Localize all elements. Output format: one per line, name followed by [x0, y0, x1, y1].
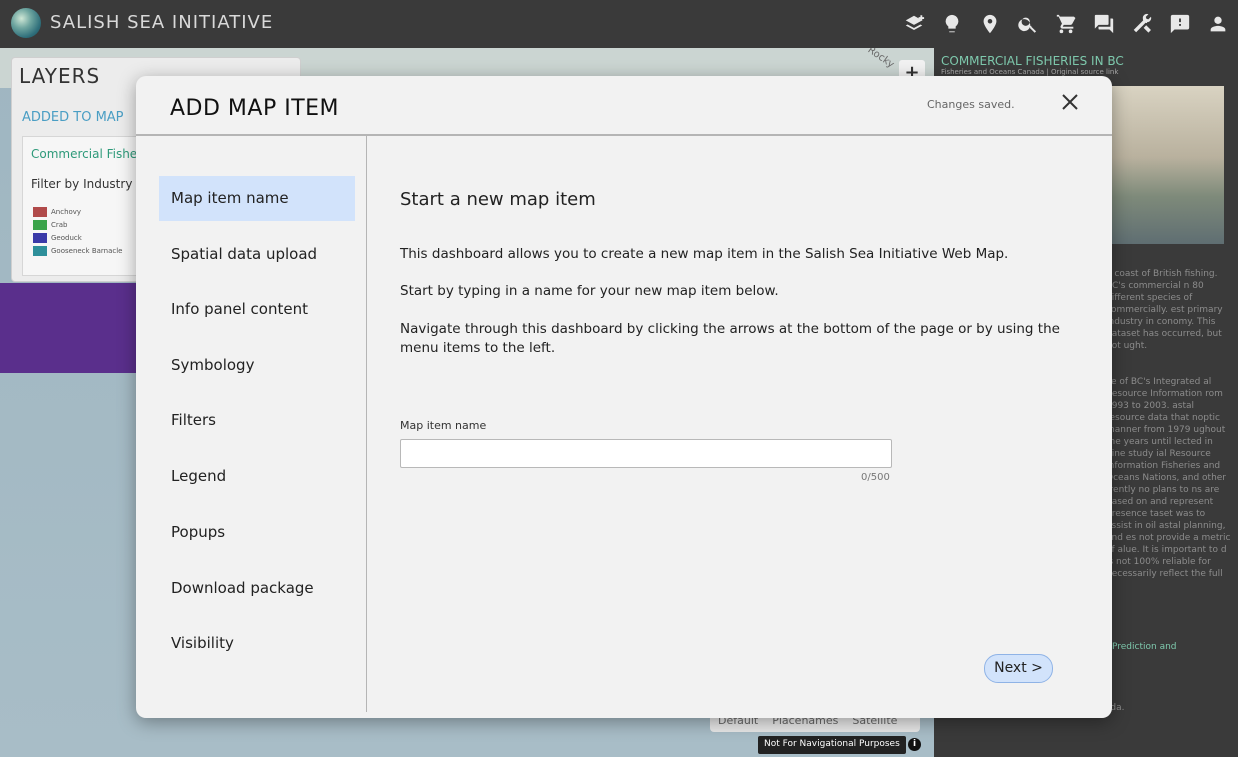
legend-label: Anchovy: [51, 208, 82, 216]
menu-item-spatial-data-upload[interactable]: Spatial data upload: [159, 232, 355, 277]
navigation-paragraph: Navigate through this dashboard by click…: [400, 321, 1060, 356]
legend-item: Anchovy: [33, 207, 81, 217]
instruction-paragraph: Start by typing in a name for your new m…: [400, 283, 779, 299]
layers-title: LAYERS: [19, 64, 101, 88]
map-item-name-input[interactable]: [400, 439, 892, 468]
top-bar: SALISH SEA INITIATIVE: [0, 0, 1238, 48]
info-panel-title: COMMERCIAL FISHERIES IN BC: [941, 54, 1124, 68]
dialog-title: ADD MAP ITEM: [170, 96, 340, 121]
legend-swatch: [33, 207, 47, 217]
info-panel-text: e coast of British fishing. BC's commerc…: [1106, 269, 1223, 351]
legend-item: Gooseneck Barnacle: [33, 246, 123, 256]
menu-item-filters[interactable]: Filters: [159, 398, 355, 443]
character-counter: 0/500: [861, 472, 890, 483]
section-title: Start a new map item: [400, 189, 596, 210]
info-panel-text: ce of BC's Integrated al Resource Inform…: [1106, 377, 1231, 579]
info-panel-link[interactable]: Prediction and: [1112, 642, 1177, 652]
save-status: Changes saved.: [927, 98, 1015, 111]
info-icon[interactable]: i: [908, 738, 921, 751]
add-layer-icon[interactable]: [900, 10, 928, 38]
lightbulb-icon[interactable]: [938, 10, 966, 38]
close-button[interactable]: [1058, 90, 1082, 114]
close-icon: [1062, 94, 1078, 110]
map-item-name-label: Map item name: [400, 419, 487, 432]
navigation-disclaimer: Not For Navigational Purposes: [758, 736, 906, 754]
cart-icon[interactable]: [1052, 10, 1080, 38]
legend-label: Gooseneck Barnacle: [51, 247, 123, 255]
header-divider: [136, 134, 1112, 136]
menu-item-visibility[interactable]: Visibility: [159, 621, 355, 666]
chat-icon[interactable]: [1090, 10, 1118, 38]
added-to-map-heading: ADDED TO MAP: [22, 110, 124, 125]
logo-globe-icon: [11, 8, 41, 38]
legend-item: Crab: [33, 220, 68, 230]
menu-item-legend[interactable]: Legend: [159, 454, 355, 499]
intro-paragraph: This dashboard allows you to create a ne…: [400, 246, 1009, 262]
info-panel-photo: [1112, 86, 1224, 244]
map-fishery-area: [0, 283, 140, 373]
menu-item-popups[interactable]: Popups: [159, 510, 355, 555]
legend-item: Geoduck: [33, 233, 82, 243]
menu-divider: [366, 136, 367, 712]
feedback-icon[interactable]: [1166, 10, 1194, 38]
location-pin-icon[interactable]: [976, 10, 1004, 38]
tools-icon[interactable]: [1128, 10, 1156, 38]
add-map-item-dialog: ADD MAP ITEM Changes saved. Map item nam…: [136, 76, 1112, 718]
info-panel-source: Fisheries and Oceans Canada | Original s…: [941, 68, 1119, 76]
filter-label: Filter by Industry: [31, 177, 133, 191]
legend-swatch: [33, 220, 47, 230]
next-button[interactable]: Next >: [984, 654, 1053, 683]
user-icon[interactable]: [1204, 10, 1232, 38]
legend-swatch: [33, 233, 47, 243]
menu-item-info-panel-content[interactable]: Info panel content: [159, 287, 355, 332]
menu-item-map-item-name[interactable]: Map item name: [159, 176, 355, 221]
legend-label: Crab: [51, 221, 68, 229]
menu-item-download-package[interactable]: Download package: [159, 566, 355, 611]
legend-swatch: [33, 246, 47, 256]
app-title: SALISH SEA INITIATIVE: [50, 12, 274, 33]
legend-label: Geoduck: [51, 234, 82, 242]
toolbar-icons: [900, 10, 1232, 38]
menu-item-symbology[interactable]: Symbology: [159, 343, 355, 388]
search-icon[interactable]: [1014, 10, 1042, 38]
